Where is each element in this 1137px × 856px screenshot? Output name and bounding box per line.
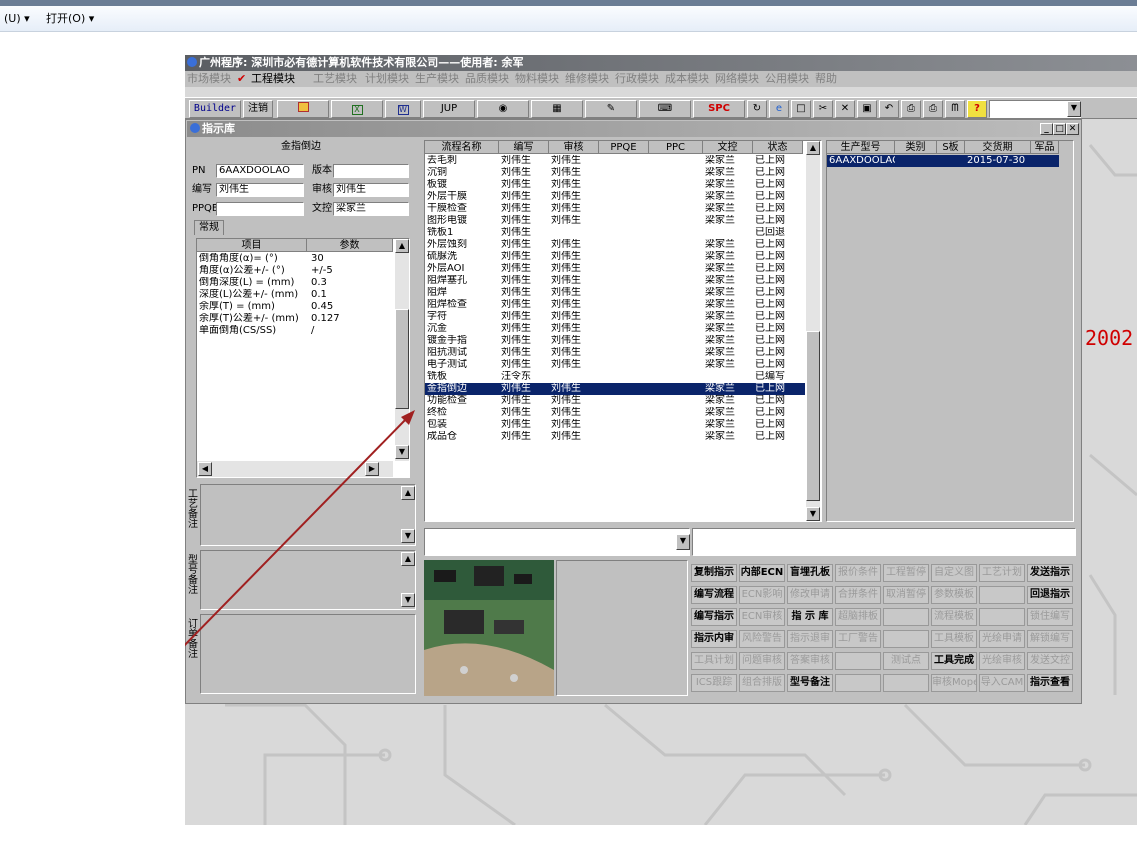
explorer-menu-1[interactable]: (U) ▾: [4, 6, 30, 32]
app-screenshot: 2002 广州程序: 深圳市必有德计算机软件技术有限公司——使用者: 余军 市场…: [185, 55, 1137, 825]
annotation-arrow: [185, 410, 415, 647]
explorer-open-menu[interactable]: 打开(O) ▾: [46, 6, 94, 32]
explorer-toolbar: (U) ▾ 打开(O) ▾: [0, 6, 1137, 32]
